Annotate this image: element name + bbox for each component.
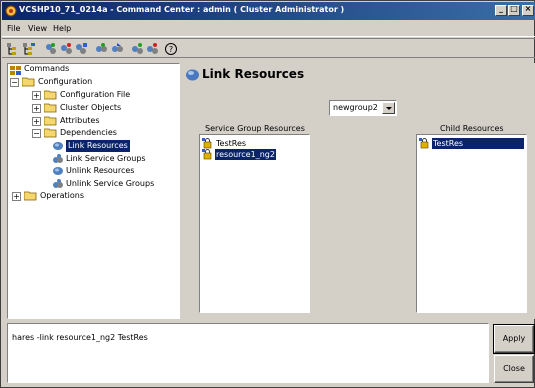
collapse-icon[interactable]: − <box>32 129 41 138</box>
tree-label-configuration-file: Configuration File <box>60 90 131 99</box>
link-resource-icon <box>186 69 199 81</box>
service-group-resources-list[interactable]: TestRes resource1_ng2 <box>199 134 310 313</box>
menu-file[interactable]: File <box>7 24 20 33</box>
tree-label-configuration: Configuration <box>38 77 93 86</box>
apply-button[interactable]: Apply <box>493 324 535 354</box>
service-group-select[interactable]: newgroup2 <box>329 100 397 116</box>
command-output[interactable]: hares -link resource1_ng2 TestRes <box>7 323 489 383</box>
window-title: VCSHP10_71_0214a - Command Center : admi… <box>19 5 345 14</box>
resource-lock-icon <box>419 138 429 149</box>
command-text: hares -link resource1_ng2 TestRes <box>12 333 148 342</box>
list-item-label: TestRes <box>216 139 247 148</box>
close-button[interactable]: Close <box>494 355 534 383</box>
collapse-tree-icon[interactable] <box>22 42 36 56</box>
help-icon[interactable]: ? <box>164 42 178 56</box>
tree-label-link-resources: Link Resources <box>65 139 131 153</box>
tree-label-attributes: Attributes <box>60 116 100 125</box>
unlink-icon[interactable] <box>59 42 73 56</box>
unlink-group-icon <box>53 179 63 188</box>
resource-lock-icon <box>202 138 212 149</box>
expand-icon[interactable]: + <box>32 104 41 113</box>
link-resource-icon <box>53 142 63 150</box>
title-bar[interactable]: VCSHP10_71_0214a - Command Center : admi… <box>2 2 535 20</box>
resource-icon[interactable] <box>74 42 88 56</box>
folder-icon <box>44 116 57 126</box>
tree-label-commands: Commands <box>24 64 70 73</box>
list-item[interactable]: TestRes <box>419 138 524 149</box>
tree-label-cluster-objects: Cluster Objects <box>60 103 122 112</box>
service-group-select-value: newgroup2 <box>333 103 378 112</box>
menu-view[interactable]: View <box>28 24 47 33</box>
folder-icon <box>44 103 57 113</box>
maximize-button[interactable]: □ <box>508 4 520 16</box>
list-item-label: resource1_ng2 <box>215 149 276 160</box>
tree-label-unlink-service-groups: Unlink Service Groups <box>66 179 155 188</box>
folder-icon <box>24 191 37 201</box>
close-window-button[interactable]: × <box>522 4 534 16</box>
expand-tree-icon[interactable] <box>6 42 20 56</box>
link-icon[interactable] <box>44 42 58 56</box>
link-group-icon <box>53 154 63 163</box>
menu-help[interactable]: Help <box>53 24 71 33</box>
group-unlink-icon[interactable] <box>110 42 124 56</box>
online-icon[interactable] <box>130 42 144 56</box>
page-title: Link Resources <box>202 67 305 81</box>
open-folder-icon <box>22 77 35 87</box>
dropdown-arrow-icon[interactable] <box>382 102 395 114</box>
tree-label-operations: Operations <box>40 191 84 200</box>
child-resources-list[interactable]: TestRes <box>416 134 527 313</box>
commands-icon <box>10 66 21 75</box>
command-tree[interactable]: Commands − Configuration + Configuration… <box>7 63 180 319</box>
toolbar: ? <box>2 38 535 58</box>
unlink-resource-icon <box>53 167 63 175</box>
link-resources-panel: Link Resources newgroup2 Service Group R… <box>183 63 535 319</box>
expand-icon[interactable]: + <box>32 91 41 100</box>
cluster-app-icon <box>5 5 17 17</box>
group-link-icon[interactable] <box>94 42 108 56</box>
offline-icon[interactable] <box>145 42 159 56</box>
minimize-button[interactable]: _ <box>495 4 507 16</box>
tree-label-link-service-groups: Link Service Groups <box>66 154 146 163</box>
folder-icon <box>44 90 57 100</box>
expand-icon[interactable]: + <box>32 117 41 126</box>
service-group-resources-label: Service Group Resources <box>205 124 305 133</box>
child-resources-label: Child Resources <box>440 124 504 133</box>
menu-bar: File View Help <box>2 21 535 37</box>
resource-lock-icon <box>202 149 212 160</box>
list-item-label: TestRes <box>432 138 524 149</box>
tree-label-dependencies: Dependencies <box>60 128 117 137</box>
collapse-icon[interactable]: − <box>10 78 19 87</box>
tree-label-unlink-resources: Unlink Resources <box>66 166 135 175</box>
svg-text:?: ? <box>169 45 173 54</box>
command-center-window: VCSHP10_71_0214a - Command Center : admi… <box>0 0 535 388</box>
open-folder-icon <box>44 128 57 138</box>
expand-icon[interactable]: + <box>12 192 21 201</box>
